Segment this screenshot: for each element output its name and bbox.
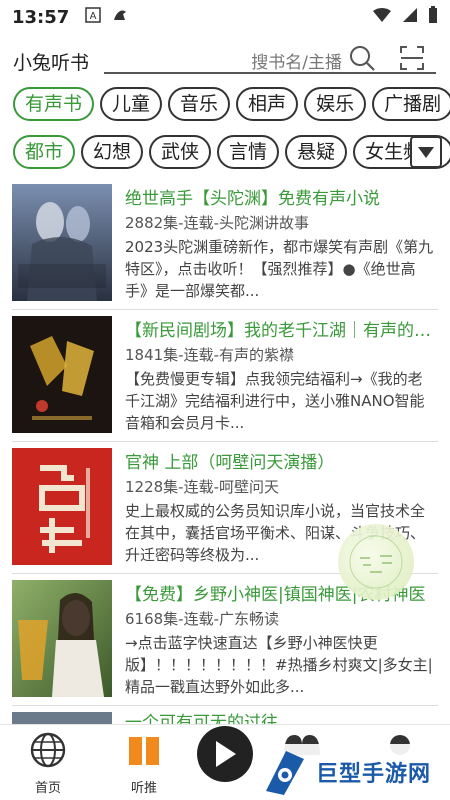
play-button[interactable] bbox=[197, 726, 253, 782]
book-cover[interactable] bbox=[12, 316, 112, 433]
watermark-text: 巨型手游网 bbox=[316, 762, 432, 787]
chip-radio-drama[interactable]: 广播剧 bbox=[372, 87, 450, 121]
nav-home-label: 首页 bbox=[34, 781, 61, 796]
search-bar[interactable]: 搜书名/主播 bbox=[104, 42, 436, 74]
chip-crosstalk[interactable]: 相声 bbox=[236, 87, 299, 121]
svg-text:A: A bbox=[90, 11, 97, 22]
book-meta: 2882集-连载-头陀渊讲故事 bbox=[125, 214, 309, 232]
book-title[interactable]: 官神 上部（呵壁问天演播） bbox=[125, 448, 443, 473]
nav-listen-label: 听推 bbox=[130, 781, 157, 796]
book-title[interactable]: 绝世高手【头陀渊】免费有声小说 bbox=[125, 184, 443, 209]
category-row-primary: 有声书 儿童 音乐 相声 娱乐 广播剧 bbox=[0, 87, 450, 125]
book-description: 【免费慢更专辑】点我领完结福利→《我的老千江湖》完结福利进行中，送小雅NANO智… bbox=[125, 370, 425, 432]
search-input[interactable]: 搜书名/主播 bbox=[251, 48, 342, 73]
chip-romance[interactable]: 言情 bbox=[217, 135, 280, 169]
book-list: 绝世高手【头陀渊】免费有声小说 2882集-连载-头陀渊讲故事 2023头陀渊重… bbox=[0, 178, 450, 733]
book-cover[interactable] bbox=[12, 184, 112, 301]
book-item[interactable]: 【新民间剧场】我的老千江湖｜有声的紫襟 1841集-连载-有声的紫襟 【免费慢更… bbox=[0, 310, 450, 442]
floating-player-bubble[interactable] bbox=[338, 524, 414, 600]
chip-fantasy[interactable]: 幻想 bbox=[81, 135, 144, 169]
leaf-decoration-icon bbox=[349, 535, 403, 589]
book-description: →点击蓝字快速直达【乡野小神医快更版】！！！！！！！！#热播乡村爽文|多女主|精… bbox=[125, 634, 433, 696]
book-title[interactable]: 【新民间剧场】我的老千江湖｜有声的紫襟 bbox=[125, 316, 443, 341]
book-meta: 6168集-连载-广东畅读 bbox=[125, 610, 279, 628]
app-title: 小兔听书 bbox=[13, 52, 90, 74]
book-meta: 1841集-连载-有声的紫襟 bbox=[125, 346, 294, 364]
category-row-secondary: 都市 幻想 武侠 言情 悬疑 女生频道 bbox=[0, 135, 450, 173]
wifi-icon bbox=[372, 7, 392, 28]
globe-icon bbox=[30, 732, 66, 768]
expand-categories-button[interactable] bbox=[410, 136, 442, 168]
watermark-logo-icon bbox=[266, 751, 304, 795]
book-open-icon bbox=[129, 737, 159, 765]
book-item[interactable]: 绝世高手【头陀渊】免费有声小说 2882集-连载-头陀渊讲故事 2023头陀渊重… bbox=[0, 178, 450, 310]
chip-music[interactable]: 音乐 bbox=[168, 87, 231, 121]
watermark-overlay: 巨型手游网 bbox=[260, 744, 450, 800]
play-icon bbox=[216, 741, 236, 767]
book-cover[interactable] bbox=[12, 448, 112, 565]
nav-home[interactable]: 首页 bbox=[16, 731, 80, 796]
chip-suspense[interactable]: 悬疑 bbox=[285, 135, 348, 169]
status-bar: 13:57 A bbox=[0, 0, 450, 34]
chip-entertainment[interactable]: 娱乐 bbox=[304, 87, 367, 121]
battery-icon bbox=[428, 5, 438, 29]
chip-urban[interactable]: 都市 bbox=[13, 135, 76, 169]
status-time: 13:57 bbox=[12, 6, 70, 28]
notification-a-icon: A bbox=[85, 7, 102, 27]
chip-audiobook[interactable]: 有声书 bbox=[13, 87, 95, 121]
search-icon[interactable] bbox=[348, 44, 376, 76]
top-header: 小兔听书 搜书名/主播 bbox=[0, 42, 450, 76]
book-item-partial[interactable]: 一个可有可无的过往 bbox=[0, 706, 450, 733]
book-cover[interactable] bbox=[12, 580, 112, 697]
chip-wuxia[interactable]: 武侠 bbox=[149, 135, 212, 169]
cellular-signal-icon bbox=[402, 7, 418, 28]
bird-notification-icon bbox=[111, 6, 129, 28]
scan-icon[interactable] bbox=[398, 44, 426, 76]
book-description: 2023头陀渊重磅新作，都市爆笑有声剧《第九特区》，点击收听！【强烈推荐】●《绝… bbox=[125, 238, 434, 300]
nav-listen[interactable]: 听推 bbox=[112, 731, 176, 796]
triangle-down-icon bbox=[418, 147, 434, 158]
chip-children[interactable]: 儿童 bbox=[100, 87, 163, 121]
book-meta: 1228集-连载-呵壁问天 bbox=[125, 478, 279, 496]
